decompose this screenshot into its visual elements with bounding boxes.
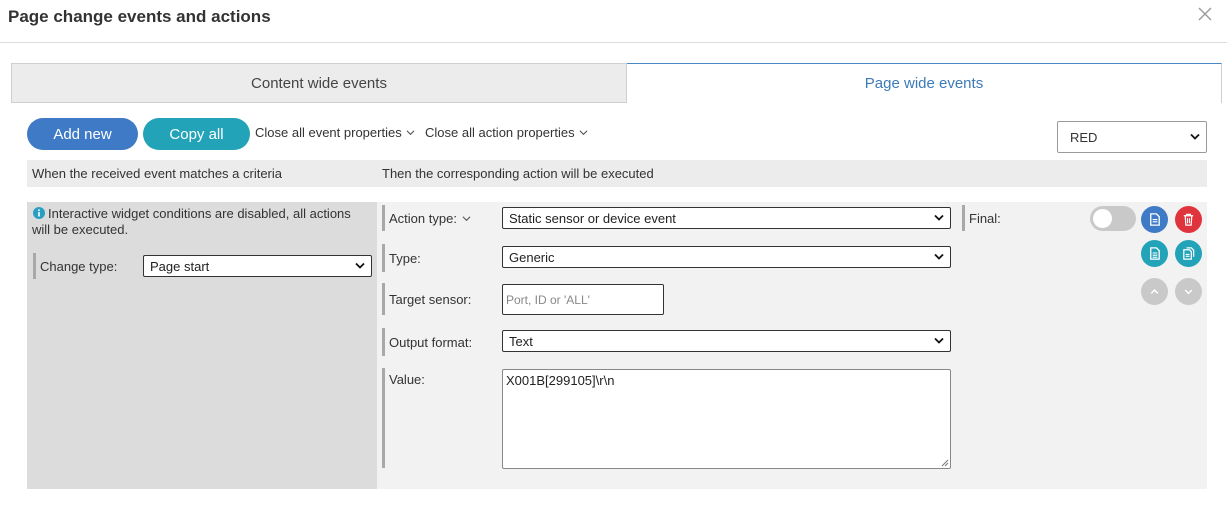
chevron-down-icon [406, 130, 415, 136]
copy-icon [1150, 213, 1160, 226]
output-format-select[interactable]: Text [502, 330, 951, 352]
arrow-down-icon [1184, 289, 1193, 295]
chevron-down-icon [1190, 133, 1200, 140]
action-header: Then the corresponding action will be ex… [382, 166, 654, 181]
change-type-select[interactable]: Page start [143, 255, 372, 277]
final-label: Final: [962, 205, 1001, 231]
color-select[interactable]: RED [1057, 121, 1207, 153]
move-up-button[interactable] [1141, 278, 1168, 305]
action-type-label[interactable]: Action type: [382, 205, 471, 231]
close-all-event-properties-link[interactable]: Close all event properties [255, 125, 415, 140]
condition-info-text: Interactive widget conditions are disabl… [32, 206, 351, 237]
event-tabs: Content wide events Page wide events [11, 63, 1222, 103]
change-type-value: Page start [150, 258, 210, 274]
value-text: X001B[299105]\r\n [506, 373, 615, 388]
criteria-header: When the received event matches a criter… [32, 166, 283, 181]
value-textarea[interactable]: X001B[299105]\r\n [502, 369, 951, 469]
column-header-bar: When the received event matches a criter… [27, 160, 1207, 187]
arrow-up-icon [1150, 289, 1159, 294]
chevron-down-icon [934, 253, 944, 260]
final-toggle[interactable] [1090, 206, 1136, 231]
chevron-down-icon [934, 337, 944, 344]
add-new-button[interactable]: Add new [27, 118, 138, 150]
change-type-label: Change type: [33, 253, 117, 279]
tab-content-wide-events[interactable]: Content wide events [11, 63, 627, 103]
dialog-title: Page change events and actions [8, 7, 271, 26]
close-all-action-properties-link[interactable]: Close all action properties [425, 125, 588, 140]
dialog-header: Page change events and actions [0, 0, 1227, 43]
copy-action-button[interactable] [1141, 206, 1168, 233]
close-action-props-label: Close all action properties [425, 125, 575, 140]
paste-button[interactable] [1175, 240, 1202, 267]
action-type-value: Static sensor or device event [509, 210, 676, 226]
close-event-props-label: Close all event properties [255, 125, 402, 140]
target-sensor-label: Target sensor: [382, 283, 471, 315]
close-icon[interactable] [1195, 4, 1215, 24]
action-type-label-text: Action type: [389, 210, 457, 226]
action-type-select[interactable]: Static sensor or device event [502, 207, 951, 229]
color-select-value: RED [1070, 129, 1098, 145]
output-format-label: Output format: [382, 328, 472, 356]
type-select[interactable]: Generic [502, 246, 951, 268]
document-button[interactable] [1141, 240, 1168, 267]
chevron-down-icon [579, 130, 588, 136]
type-value: Generic [509, 249, 555, 265]
tab-page-wide-events[interactable]: Page wide events [627, 63, 1222, 103]
chevron-down-icon [462, 215, 471, 221]
type-label: Type: [382, 244, 421, 272]
target-sensor-input[interactable]: Port, ID or 'ALL' [502, 284, 664, 315]
trash-icon [1183, 213, 1194, 226]
value-label: Value: [382, 368, 425, 468]
paste-icon [1183, 247, 1195, 260]
toggle-knob [1093, 209, 1112, 228]
condition-panel [27, 202, 377, 489]
resize-grip-icon[interactable] [941, 459, 949, 467]
copy-all-button[interactable]: Copy all [143, 118, 250, 150]
chevron-down-icon [355, 262, 365, 269]
chevron-down-icon [934, 214, 944, 221]
move-down-button[interactable] [1175, 278, 1202, 305]
document-icon [1150, 247, 1160, 260]
output-format-value: Text [509, 333, 533, 349]
delete-action-button[interactable] [1175, 206, 1202, 233]
